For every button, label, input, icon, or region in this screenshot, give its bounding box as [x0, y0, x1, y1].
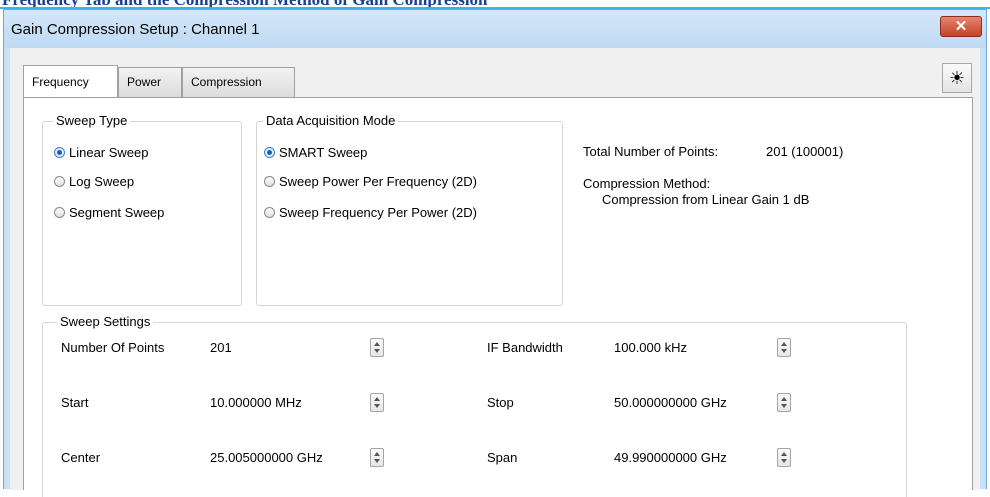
radio-button[interactable] — [54, 207, 65, 218]
start-frequency-value: 10.000000 MHz — [210, 395, 302, 410]
radio-button[interactable] — [264, 176, 275, 187]
tab-frequency[interactable]: Frequency — [23, 65, 118, 97]
center-frequency-stepper[interactable]: 25.005000000 GHz — [204, 447, 384, 469]
if-bandwidth-stepper[interactable]: 100.000 kHz — [608, 337, 791, 359]
radio-button-checked[interactable] — [54, 147, 65, 158]
spin-arrows-icon[interactable] — [777, 393, 791, 412]
radio-sweep-power-per-frequency[interactable]: Sweep Power Per Frequency (2D) — [264, 173, 477, 191]
tab-compression[interactable]: Compression — [182, 67, 295, 97]
center-frequency-value: 25.005000000 GHz — [210, 450, 323, 465]
center-label: Center — [61, 450, 101, 465]
number-of-points-label: Number Of Points — [61, 340, 165, 355]
sweep-type-label: Sweep Type — [53, 113, 131, 129]
sweep-type-group: Sweep Type Linear Sweep Log Sweep Segmen… — [42, 113, 242, 306]
sweep-settings-group: Sweep Settings Number Of Points 201 IF B… — [42, 314, 907, 497]
title-bar[interactable]: Gain Compression Setup : Channel 1 ✕ — [4, 10, 986, 48]
spin-arrows-icon[interactable] — [370, 338, 384, 357]
spin-arrows-icon[interactable] — [777, 448, 791, 467]
close-icon: ✕ — [954, 18, 968, 35]
stop-frequency-stepper[interactable]: 50.000000000 GHz — [608, 392, 791, 414]
spin-arrows-icon[interactable] — [370, 393, 384, 412]
span-frequency-value: 49.990000000 GHz — [614, 450, 727, 465]
number-of-points-stepper[interactable]: 201 — [204, 337, 384, 359]
radio-sweep-frequency-per-power[interactable]: Sweep Frequency Per Power (2D) — [264, 204, 477, 222]
radio-linear-sweep[interactable]: Linear Sweep — [54, 144, 149, 162]
if-bandwidth-value: 100.000 kHz — [614, 340, 687, 355]
compression-method-value: Compression from Linear Gain 1 dB — [602, 192, 810, 207]
dialog-client-area: Frequency Power Compression ☀ Sweep Type… — [10, 48, 980, 497]
data-acquisition-mode-label: Data Acquisition Mode — [263, 113, 399, 129]
tab-power[interactable]: Power — [118, 67, 182, 97]
close-button[interactable]: ✕ — [940, 16, 982, 37]
sweep-settings-label: Sweep Settings — [57, 314, 154, 330]
data-acquisition-mode-group: Data Acquisition Mode SMART Sweep Sweep … — [256, 113, 563, 306]
frequency-tab-panel: Sweep Type Linear Sweep Log Sweep Segmen… — [23, 97, 973, 497]
gain-compression-setup-dialog: Gain Compression Setup : Channel 1 ✕ Fre… — [3, 9, 987, 497]
compression-method-label: Compression Method: — [583, 176, 711, 191]
if-bandwidth-label: IF Bandwidth — [487, 340, 563, 355]
stop-label: Stop — [487, 395, 514, 410]
radio-button[interactable] — [264, 207, 275, 218]
radio-button-checked[interactable] — [264, 147, 275, 158]
stop-frequency-value: 50.000000000 GHz — [614, 395, 727, 410]
radio-label: Linear Sweep — [69, 145, 149, 160]
radio-label: SMART Sweep — [279, 145, 368, 160]
spin-arrows-icon[interactable] — [370, 448, 384, 467]
total-points-label: Total Number of Points: — [583, 144, 719, 159]
radio-label: Sweep Frequency Per Power (2D) — [279, 205, 477, 220]
radio-log-sweep[interactable]: Log Sweep — [54, 173, 134, 191]
dialog-title: Gain Compression Setup : Channel 1 — [11, 21, 260, 38]
number-of-points-value: 201 — [210, 340, 232, 355]
background-header-strip: Frequency Tab and the Compression Method… — [0, 0, 990, 9]
tab-label: Power — [127, 75, 162, 89]
tab-label: Frequency — [32, 75, 89, 89]
total-points-value: 201 (100001) — [766, 144, 844, 159]
radio-segment-sweep[interactable]: Segment Sweep — [54, 204, 164, 222]
radio-smart-sweep[interactable]: SMART Sweep — [264, 144, 367, 162]
spin-arrows-icon[interactable] — [777, 338, 791, 357]
sun-icon: ☀ — [948, 68, 966, 88]
span-label: Span — [487, 450, 518, 465]
display-settings-button[interactable]: ☀ — [942, 63, 972, 93]
radio-label: Segment Sweep — [69, 205, 165, 220]
start-frequency-stepper[interactable]: 10.000000 MHz — [204, 392, 384, 414]
span-frequency-stepper[interactable]: 49.990000000 GHz — [608, 447, 791, 469]
radio-label: Sweep Power Per Frequency (2D) — [279, 174, 477, 189]
start-label: Start — [61, 395, 89, 410]
radio-button[interactable] — [54, 176, 65, 187]
tab-label: Compression — [191, 75, 262, 89]
radio-label: Log Sweep — [69, 174, 135, 189]
